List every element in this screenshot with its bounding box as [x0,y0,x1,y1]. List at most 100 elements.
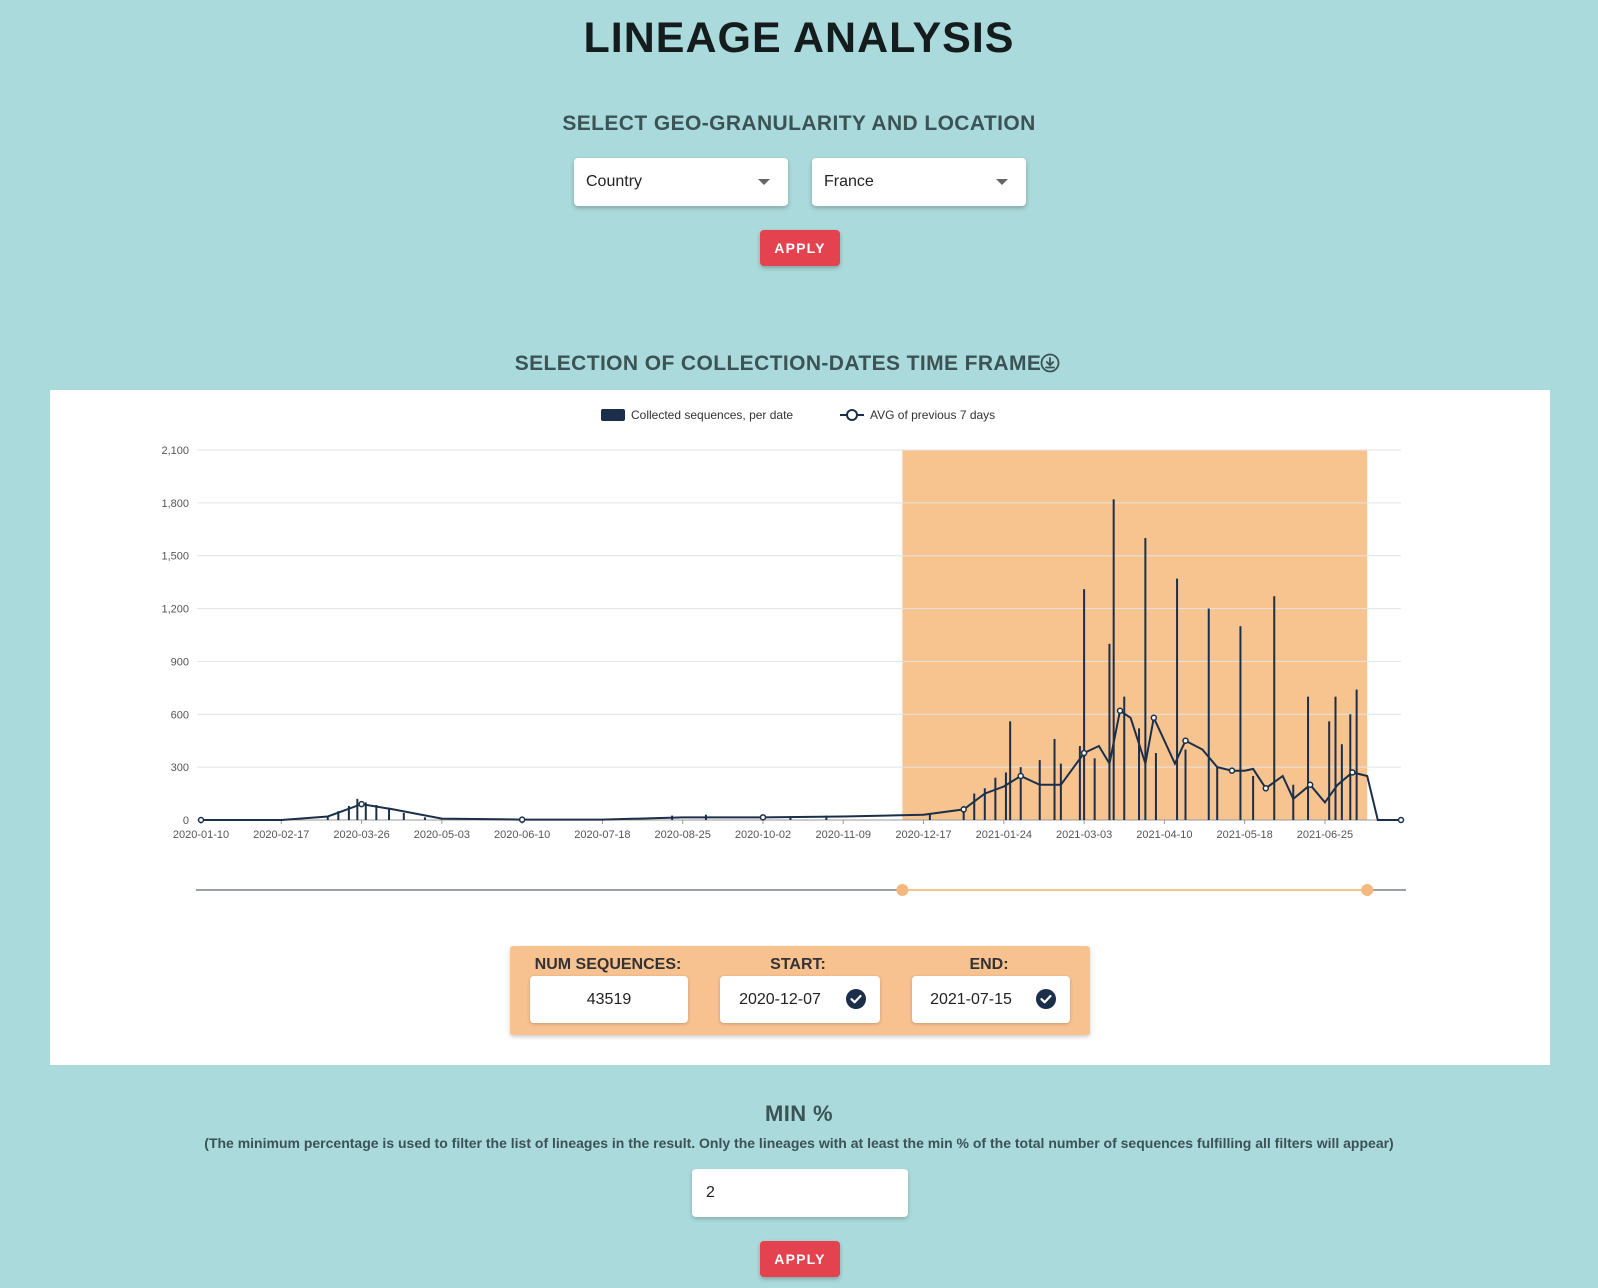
start-date-field[interactable]: 2020-12-07 [720,976,880,1023]
end-label: END: [969,956,1009,973]
x-tick-label: 2020-12-17 [895,829,951,841]
avg-point [1306,781,1314,789]
location-value: France [824,173,874,190]
range-slider-end-handle[interactable] [1361,884,1374,896]
data-bar [1334,696,1337,820]
location-select[interactable]: France [812,158,1026,206]
avg-point [1182,737,1189,744]
chevron-down-icon [996,179,1008,185]
y-tick-label: 300 [171,762,189,774]
x-tick-label: 2020-07-18 [574,829,630,841]
legend-line-marker [846,409,858,421]
x-tick-label: 2020-03-26 [333,829,389,841]
data-bar [423,817,426,820]
avg-point [1150,714,1158,722]
legend-line-label: AVG of previous 7 days [870,408,995,422]
y-tick-label: 1,800 [161,498,189,510]
num-sequences-value: 43519 [530,976,688,1023]
chart-panel: 0 300 600 900 1,200 1,500 1,800 2,100 2020-01-10… [50,390,1550,1065]
y-tick-label: 1,200 [161,604,189,616]
data-bar [1038,760,1041,820]
y-tick-label: 2,100 [161,445,189,457]
avg-point [1228,767,1236,774]
data-bar [1349,714,1352,820]
x-tick-label: 2021-03-03 [1056,829,1112,841]
avg-point [1397,816,1405,824]
x-tick-label: 2021-04-10 [1136,829,1192,841]
start-label: START: [770,956,826,973]
data-bar [1176,578,1179,820]
chevron-down-icon [758,179,770,185]
data-bar [1355,689,1358,820]
avg-point [518,816,526,823]
x-tick-label: 2020-08-25 [655,829,711,841]
data-bar [1273,596,1276,820]
avg-point [1349,769,1356,776]
y-tick-label: 1,500 [161,551,189,563]
download-icon[interactable] [1040,353,1060,373]
selection-area [902,450,1368,820]
x-tick-label: 2020-06-10 [494,829,550,841]
x-tick-label: 2020-10-02 [735,829,791,841]
avg-point [1262,785,1270,792]
y-tick-label: 0 [183,815,189,827]
avg-point [1116,707,1124,715]
data-bar [1328,721,1331,820]
x-tick-label: 2021-05-18 [1217,829,1273,841]
x-tick-label: 2021-06-25 [1297,829,1353,841]
x-tick-label: 2021-01-24 [976,829,1032,841]
y-tick-label: 600 [171,709,189,721]
avg-point [960,806,967,813]
data-bar [1083,589,1086,820]
data-bar [1004,772,1007,820]
data-bar [402,812,405,820]
min-percent-title: MIN % [765,1101,833,1126]
x-tick-label: 2020-05-03 [414,829,470,841]
data-bar [1093,758,1096,820]
check-icon[interactable] [1036,989,1056,1009]
range-slider-start-handle[interactable] [896,884,909,896]
data-bar [1252,775,1255,820]
data-bar [1112,499,1115,820]
min-percent-description: (The minimum percentage is used to filte… [204,1135,1394,1151]
data-bar [1053,738,1056,820]
timeframe-section-title: SELECTION OF COLLECTION-DATES TIME FRAME [514,352,1042,375]
data-bar [1239,626,1242,820]
x-tick-label: 2020-01-10 [173,829,229,841]
data-bar [1154,753,1157,820]
avg-point [358,800,365,808]
granularity-value: Country [586,173,643,190]
page-title: LINEAGE ANALYSIS [583,14,1015,62]
min-percent-input[interactable]: 2 [692,1169,908,1217]
data-bar [1144,538,1147,820]
data-bar [1307,696,1310,820]
end-date-value: 2021-07-15 [930,990,1012,1008]
avg-point [197,816,205,824]
data-bar [1108,643,1111,820]
end-date-field[interactable]: 2021-07-15 [912,976,1070,1023]
data-bar [1292,784,1295,820]
x-tick-label: 2020-02-17 [253,829,309,841]
legend-bar-swatch [601,409,625,421]
data-bar [994,777,997,820]
check-icon[interactable] [846,989,866,1009]
avg-point [759,814,767,821]
x-tick-label: 2020-11-09 [816,829,871,841]
data-bar [356,798,359,820]
data-bar [1216,767,1219,820]
apply-min-percent-button[interactable]: APPLY [760,1241,840,1277]
avg-point [1017,772,1024,780]
apply-location-button[interactable]: APPLY [760,230,840,266]
data-bar [973,793,976,820]
summary-box: NUM SEQUENCES: START: END: 43519 2020-12… [510,946,1090,1035]
start-date-value: 2020-12-07 [739,990,821,1008]
data-bar [1184,749,1187,820]
legend-bar-label: Collected sequences, per date [631,408,793,422]
granularity-select[interactable]: Country [574,158,788,206]
data-bar [1059,763,1062,820]
geo-section-title: SELECT GEO-GRANULARITY AND LOCATION [562,112,1036,135]
num-sequences-label: NUM SEQUENCES: [534,956,682,973]
y-tick-label: 900 [171,656,189,668]
data-bar [1009,721,1012,820]
avg-point [1080,749,1088,757]
